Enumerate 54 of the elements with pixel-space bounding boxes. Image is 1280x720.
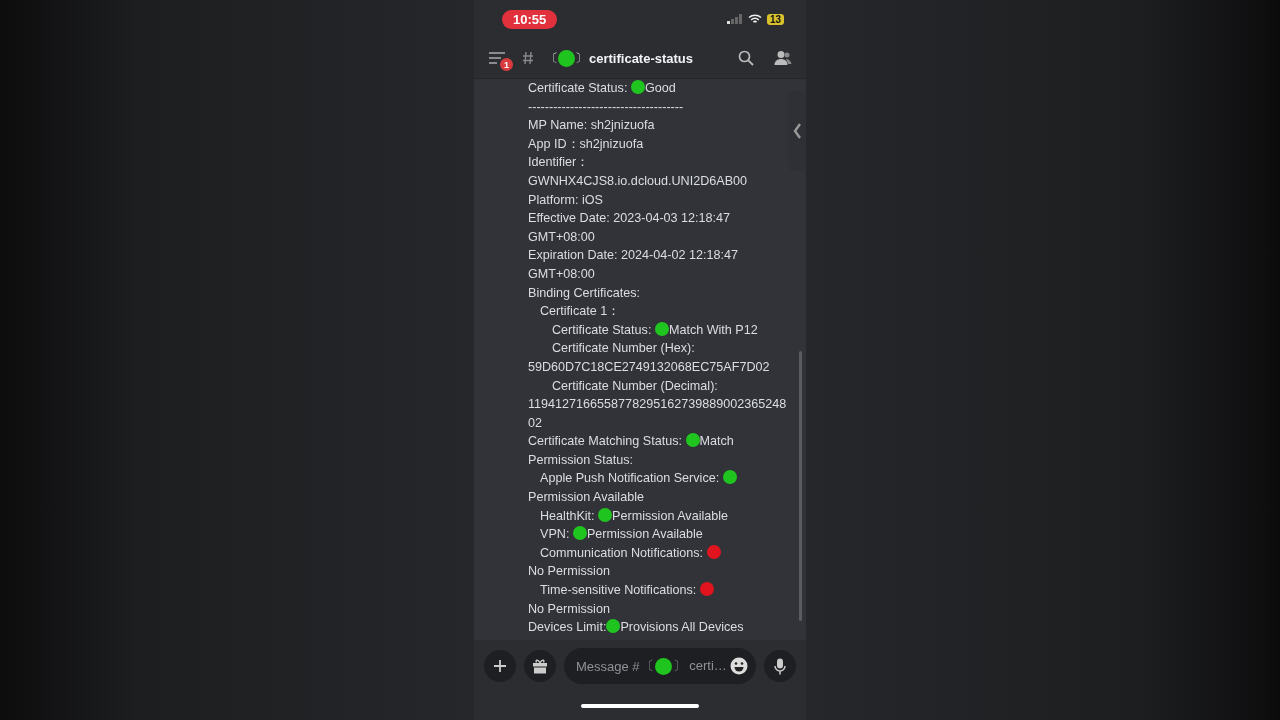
search-icon[interactable] (738, 50, 754, 66)
message-text: Certificate 1： (540, 304, 621, 319)
battery-level: 13 (766, 13, 784, 25)
status-value: Good (644, 81, 676, 95)
message-text: ------------------------------------- (528, 99, 684, 114)
add-button[interactable] (484, 650, 516, 682)
message-text: Certificate Number (Hex): 59D60D7C18CE2749132068EC75AF7D02 (528, 341, 770, 374)
message-text: HealthKit: (540, 508, 596, 523)
message-text: Apple Push Notification Service: (540, 471, 721, 486)
message-placeholder: Message # (576, 658, 640, 674)
gift-button[interactable] (524, 650, 556, 682)
channel-hash-icon (522, 51, 534, 65)
message-text: Expiration Date: 2024-04-02 12:18:47 GMT+08:00 (528, 248, 739, 281)
status-time: 10:55 (502, 9, 558, 29)
message-text: Platform: iOS (528, 192, 603, 207)
unread-badge: 1 (500, 58, 513, 71)
microphone-button[interactable] (764, 650, 796, 682)
message-text: VPN: (540, 527, 571, 542)
message-text: Identifier：GWNHX4CJS8.io.dcloud.UNI2D6AB00 (528, 155, 748, 188)
status-value: Match With P12 (668, 322, 758, 337)
message-text: App ID：sh2jnizuofa (528, 136, 644, 151)
channel-prefix: 〔 (640, 657, 654, 675)
message-text: Time-sensitive Notifications: (540, 583, 698, 598)
message-input[interactable]: Message #〔 〕 certi… (564, 648, 756, 684)
message-text: Permission Status: (528, 452, 633, 467)
emoji-icon[interactable] (730, 657, 748, 675)
message-text: MP Name: sh2jnizuofa (528, 118, 655, 133)
microphone-icon (774, 657, 786, 675)
channel-suffix: 〕 (575, 49, 587, 67)
message-text: Devices Limit: (528, 620, 607, 635)
message-text: Communication Notifications: (540, 545, 705, 560)
status-value: No Permission (528, 601, 610, 616)
message-text: Binding Certificates: (528, 285, 640, 300)
members-icon[interactable] (774, 50, 792, 66)
chevron-left-icon (793, 123, 801, 139)
status-value: Provisions All Devices (620, 620, 744, 635)
wifi-icon (747, 14, 762, 24)
status-value: Match (699, 434, 734, 449)
channel-prefix: 〔 (546, 49, 558, 67)
channel-name: certificate-status (589, 50, 695, 66)
message-text: Certificate Matching Status: (528, 434, 683, 449)
gift-icon (532, 658, 548, 674)
status-value: No Permission (528, 564, 610, 579)
plus-icon (493, 659, 507, 673)
status-value: Permission Available (612, 508, 729, 523)
message-text: Effective Date: 2023-04-03 12:18:47 GMT+08:00 (528, 211, 731, 244)
signal-icon (726, 14, 743, 24)
message-text: Certificate Number (Decimal): 119412716655877829516273988900236524802 (528, 378, 787, 430)
status-value: Permission Available (586, 527, 703, 542)
message-text: Certificate Status: (552, 322, 653, 337)
status-value: Permission Available (528, 490, 644, 505)
channel-name: 〕 certi… (672, 657, 727, 675)
message-text: Certificate Status: (528, 81, 629, 95)
menu-icon[interactable] (488, 51, 506, 65)
